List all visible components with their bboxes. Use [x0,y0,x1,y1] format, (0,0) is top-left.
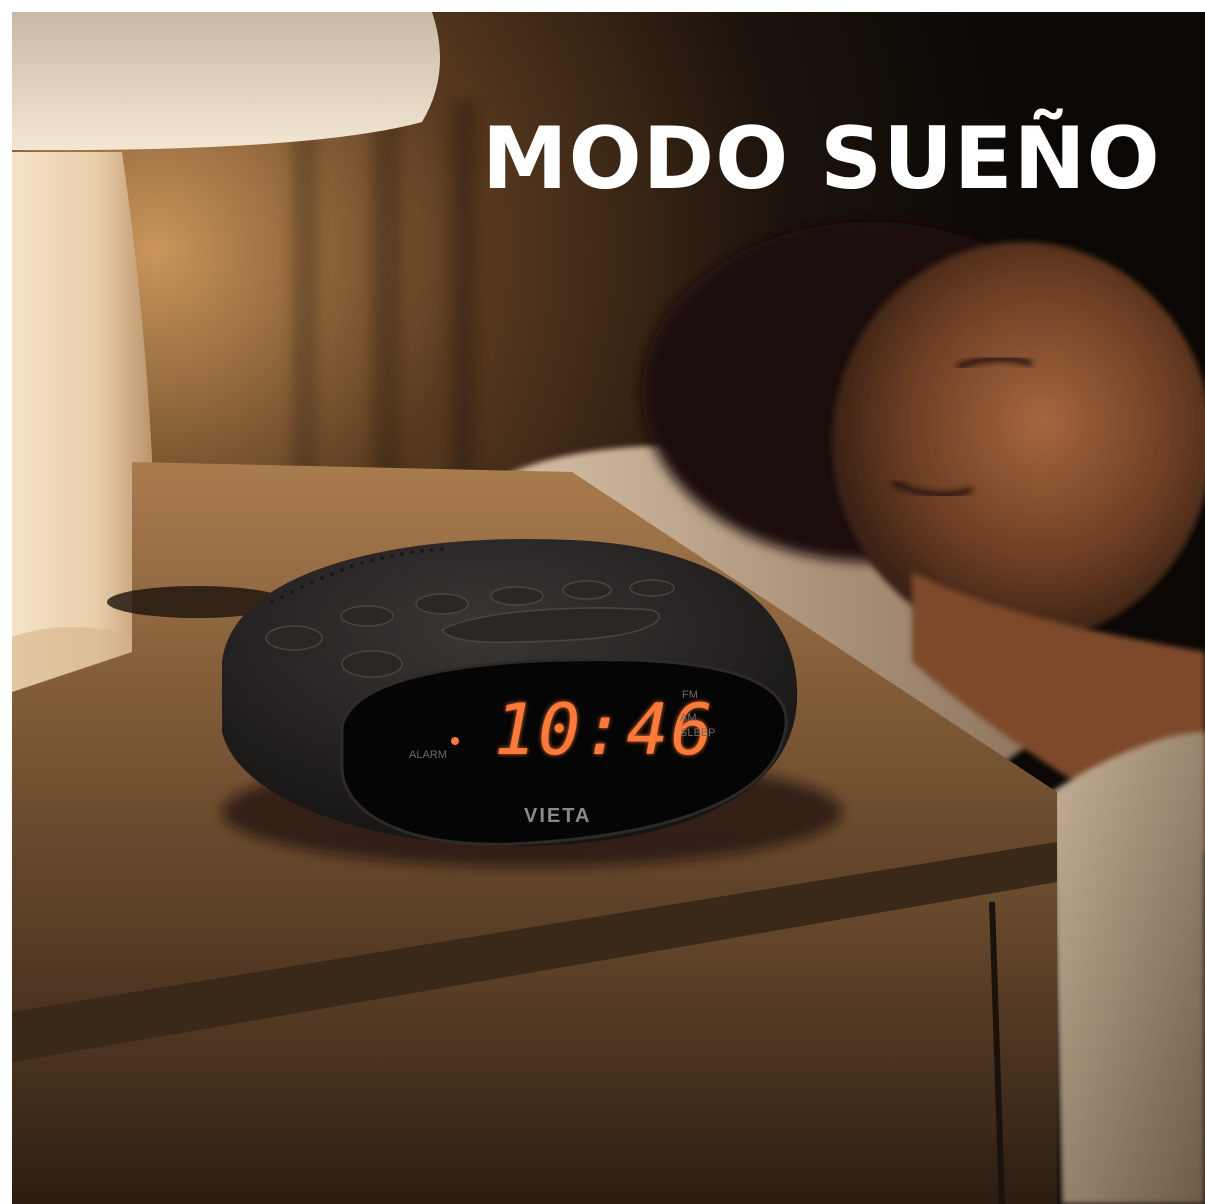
fm-label: FM [682,689,698,701]
sleep-label: SLEEP [680,727,715,739]
headline: MODO SUEÑO [482,109,1161,209]
photo-frame: 10:46 10:46 ALARM FM AM SLEEP VIETA MODO… [12,12,1205,1204]
brand-logo: VIETA [524,805,591,827]
alarm-indicator-dot [451,737,459,745]
am-label: AM [680,712,697,724]
alarm-label: ALARM [409,749,447,761]
alarm-clock: 10:46 10:46 ALARM FM AM SLEEP VIETA [222,539,798,847]
